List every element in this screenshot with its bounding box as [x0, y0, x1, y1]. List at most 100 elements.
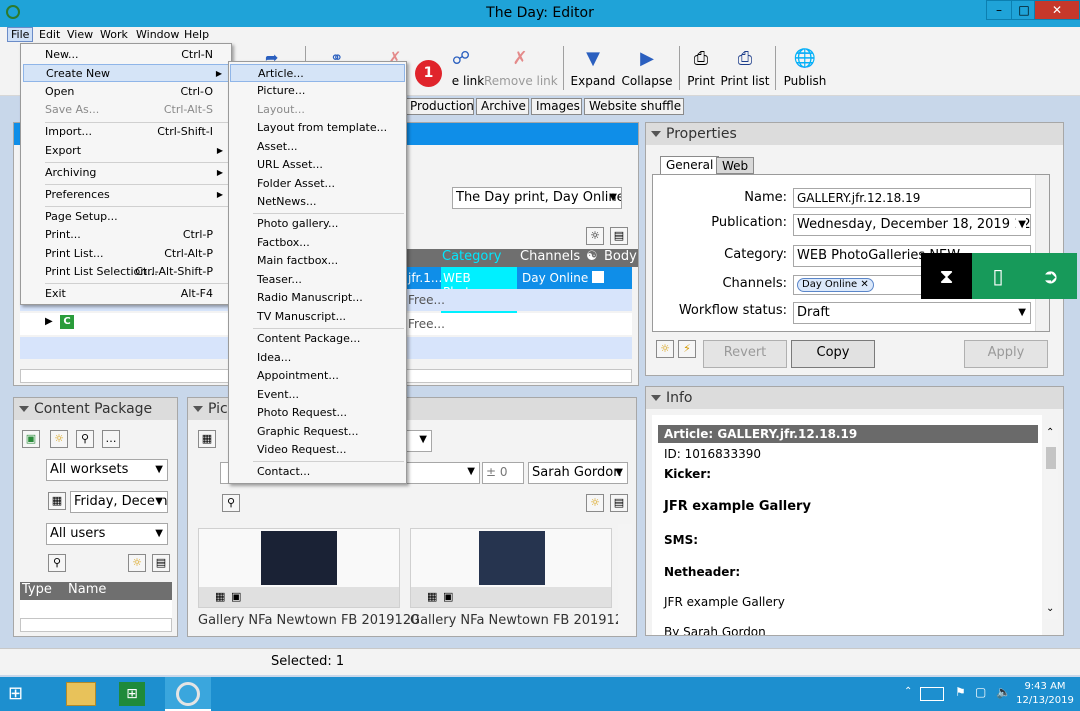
remove-link-button[interactable]: ✗ Remove link — [484, 44, 558, 94]
print-list-button[interactable]: ⎙ Print list — [720, 44, 770, 94]
menu-item-idea[interactable]: Idea... — [231, 349, 404, 367]
revert-button[interactable]: Revert — [703, 340, 787, 368]
worksets-select[interactable]: All worksets ▼ — [46, 459, 168, 481]
folder-icon[interactable]: ▣ — [22, 430, 40, 448]
refresh-icon[interactable]: ☼ — [128, 554, 146, 572]
clock-time[interactable]: 9:43 AM — [1012, 681, 1078, 692]
link-button[interactable]: ☍ e link — [436, 44, 486, 94]
menu-item-factbox[interactable]: Factbox... — [231, 234, 404, 252]
refresh-icon[interactable]: ☼ — [586, 494, 604, 512]
menu-item-new[interactable]: New... Ctrl-N — [23, 46, 229, 64]
menu-item-page-setup[interactable]: Page Setup... — [23, 208, 229, 226]
expand-row-icon[interactable]: ▶ — [45, 316, 53, 327]
tab-production[interactable]: Production — [405, 98, 474, 115]
collapse-triangle-icon[interactable] — [651, 395, 661, 401]
refresh-icon[interactable]: ☼ — [50, 430, 68, 448]
tab-images[interactable]: Images — [531, 98, 582, 115]
tab-website-shuffle[interactable]: Website shuffle — [584, 98, 684, 115]
menu-item-preferences[interactable]: Preferences ▶ — [23, 186, 229, 204]
menu-item-photo-gallery[interactable]: Photo gallery... — [231, 215, 404, 233]
menu-help[interactable]: Help — [184, 28, 209, 41]
menu-item-video-request[interactable]: Video Request... — [231, 441, 404, 459]
refresh-icon[interactable]: ☼ — [586, 227, 604, 245]
tab-general[interactable]: General — [660, 156, 720, 174]
menu-item-archiving[interactable]: Archiving ▶ — [23, 164, 229, 182]
tab-web[interactable]: Web — [716, 157, 755, 174]
menu-item-export[interactable]: Export ▶ — [23, 142, 229, 160]
clipboard-button[interactable]: ▯ — [972, 253, 1024, 299]
menu-item-url-asset[interactable]: URL Asset... — [231, 156, 404, 174]
scroll-thumb[interactable] — [1046, 447, 1056, 469]
user-select[interactable]: Sarah Gordon ▼ — [528, 462, 628, 484]
collapse-triangle-icon[interactable] — [193, 406, 203, 412]
more-icon[interactable]: … — [102, 430, 120, 448]
menu-item-picture[interactable]: Picture... — [231, 82, 404, 100]
picture-item[interactable]: ▦ ▣ — [410, 528, 612, 608]
nfc-button[interactable]: ⧗ — [921, 253, 972, 299]
speaker-icon[interactable]: 🔈 — [996, 685, 1011, 699]
menu-item-layout-from-template[interactable]: Layout from template... — [231, 119, 404, 137]
menu-item-article[interactable]: Article... — [230, 64, 405, 82]
filter-icon[interactable]: ▤ — [610, 494, 628, 512]
keyboard-icon[interactable] — [920, 687, 944, 701]
picture-item[interactable]: ▦ ▣ — [198, 528, 400, 608]
menu-item-appointment[interactable]: Appointment... — [231, 367, 404, 385]
menu-work[interactable]: Work — [100, 28, 128, 41]
publication-field[interactable]: Wednesday, December 18, 2019 12:01 A▼ — [793, 214, 1031, 236]
close-button[interactable]: ✕ — [1034, 0, 1080, 20]
apply-button[interactable]: Apply — [964, 340, 1048, 368]
offset-stepper[interactable]: ± 0 — [482, 462, 524, 484]
menu-item-netnews[interactable]: NetNews... — [231, 193, 404, 211]
picture-icon[interactable]: ▦ — [198, 430, 216, 448]
collapse-triangle-icon[interactable] — [19, 406, 29, 412]
lightning-icon[interactable]: ⚡ — [678, 340, 696, 358]
menu-item-folder-asset[interactable]: Folder Asset... — [231, 175, 404, 193]
menu-view[interactable]: View — [67, 28, 93, 41]
expand-button[interactable]: ▼ Expand — [570, 44, 616, 94]
monitor-icon[interactable]: ▢ — [975, 685, 986, 699]
menu-item-radio-manuscript[interactable]: Radio Manuscript... — [231, 289, 404, 307]
clock-date[interactable]: 12/13/2019 — [1012, 695, 1078, 706]
column-type[interactable]: Type — [22, 582, 52, 597]
scroll-up-icon[interactable]: ⌃ — [1046, 427, 1054, 438]
menu-edit[interactable]: Edit — [39, 28, 60, 41]
users-select[interactable]: All users ▼ — [46, 523, 168, 545]
refresh-icon[interactable]: ☼ — [656, 340, 674, 358]
column-name[interactable]: Name — [68, 582, 106, 597]
calendar-icon[interactable]: ▦ — [48, 492, 66, 510]
menu-item-import[interactable]: Import... Ctrl-Shift-I — [23, 123, 229, 141]
menu-item-print[interactable]: Print... Ctrl-P — [23, 226, 229, 244]
menu-item-main-factbox[interactable]: Main factbox... — [231, 252, 404, 270]
menu-item-asset[interactable]: Asset... — [231, 138, 404, 156]
vertical-scrollbar[interactable] — [618, 524, 632, 632]
windows-start-icon[interactable]: ⊞ — [8, 684, 28, 704]
publish-button[interactable]: 🌐 Publish — [782, 44, 828, 94]
menu-item-graphic-request[interactable]: Graphic Request... — [231, 423, 404, 441]
horizontal-scrollbar[interactable] — [20, 618, 172, 632]
menu-file[interactable]: File — [7, 27, 34, 42]
menu-item-print-list[interactable]: Print List... Ctrl-Alt-P — [23, 245, 229, 263]
flag-icon[interactable]: ⚑ — [955, 685, 966, 699]
picture-filter-select[interactable]: ▼ — [406, 430, 432, 452]
collapse-triangle-icon[interactable] — [651, 131, 661, 137]
tab-archive[interactable]: Archive — [476, 98, 529, 115]
column-channels[interactable]: Channels — [520, 249, 580, 264]
filter-icon[interactable]: ▤ — [610, 227, 628, 245]
menu-item-tv-manuscript[interactable]: TV Manuscript... — [231, 308, 404, 326]
name-field[interactable]: GALLERY.jfr.12.18.19 — [793, 188, 1031, 208]
menu-item-print-list-selection[interactable]: Print List Selection... Ctrl-Alt-Shift-P — [23, 263, 229, 281]
remove-tag-icon[interactable]: ✕ — [860, 279, 868, 290]
menu-item-exit[interactable]: Exit Alt-F4 — [23, 285, 229, 303]
body-checkbox[interactable] — [592, 271, 604, 283]
menu-item-open[interactable]: Open Ctrl-O — [23, 83, 229, 101]
minimize-button[interactable]: – — [986, 0, 1012, 20]
date-select[interactable]: Friday, Decem ▼ — [70, 491, 168, 513]
menu-item-content-package[interactable]: Content Package... — [231, 330, 404, 348]
workflow-select[interactable]: Draft ▼ — [793, 302, 1031, 324]
search-icon[interactable]: ⚲ — [222, 494, 240, 512]
menu-item-photo-request[interactable]: Photo Request... — [231, 404, 404, 422]
copy-button[interactable]: Copy — [791, 340, 875, 368]
editor-app-icon[interactable] — [165, 677, 211, 711]
exit-button[interactable]: ➲ — [1024, 253, 1077, 299]
search-icon[interactable]: ⚲ — [48, 554, 66, 572]
